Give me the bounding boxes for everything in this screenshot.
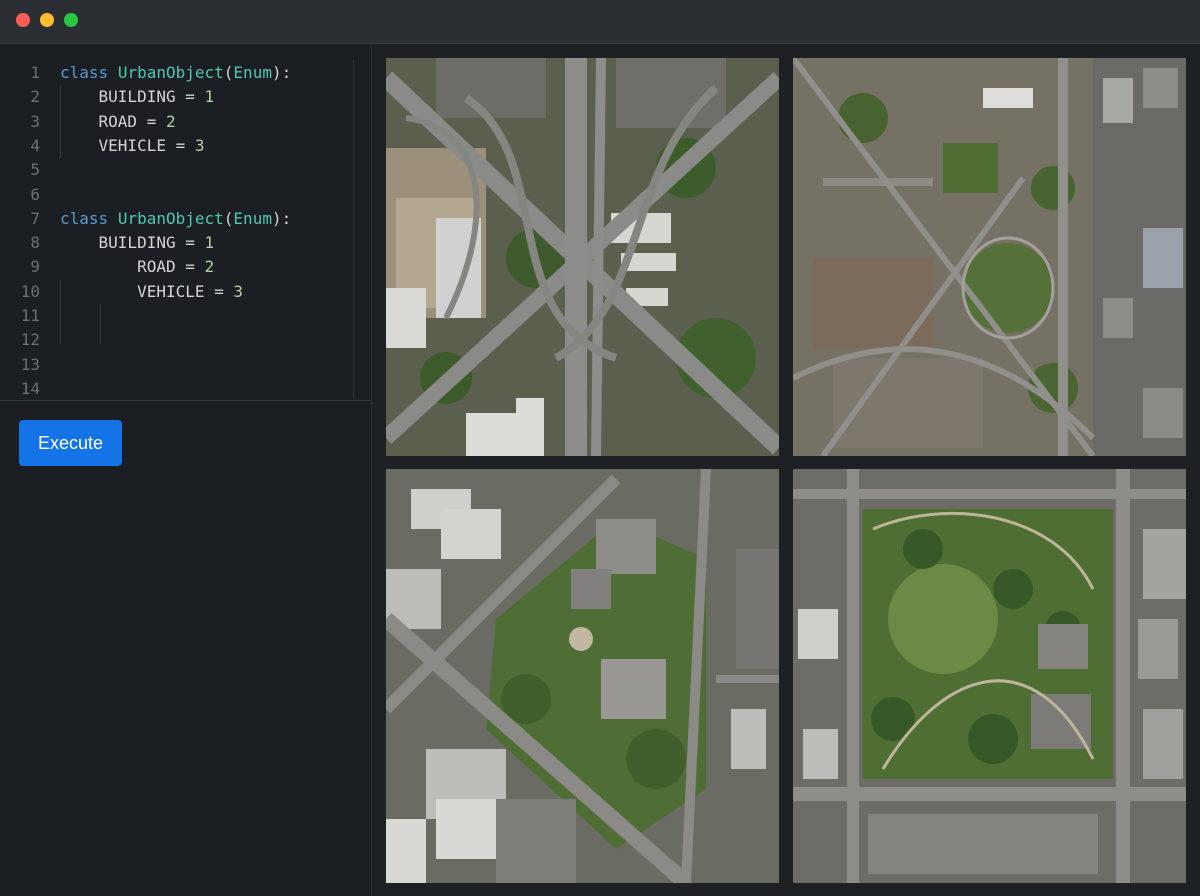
line-number: 9 [30, 257, 40, 276]
number-token: 1 [204, 233, 215, 252]
aerial-image-residential-area[interactable] [793, 58, 1186, 456]
code-text: VEHICLE = 3 [60, 280, 243, 304]
number-token: 3 [194, 136, 205, 155]
number-token: 2 [204, 257, 215, 276]
line-number: 11 [20, 306, 40, 325]
base-class-token: Enum [233, 209, 272, 228]
code-text: VEHICLE = 3 [60, 134, 205, 158]
line-number: 7 [30, 209, 40, 228]
member-name-token: VEHICLE [137, 282, 205, 301]
base-class-token: Enum [233, 63, 272, 82]
execute-button[interactable]: Execute [19, 420, 122, 466]
line-number: 4 [30, 136, 40, 155]
close-window-button[interactable] [16, 13, 30, 27]
operator-token: = [137, 112, 166, 131]
member-name-token: BUILDING [98, 233, 176, 252]
operator-token: = [165, 136, 195, 155]
code-text: BUILDING = 1 [60, 85, 215, 109]
number-token: 2 [165, 112, 176, 131]
keyword-token: class [60, 63, 109, 82]
line-number: 10 [20, 282, 40, 301]
operator-token: = [175, 87, 205, 106]
line-number: 6 [30, 185, 40, 204]
aerial-image-city-park[interactable] [793, 469, 1186, 883]
aerial-image-highway-interchange[interactable] [386, 58, 779, 456]
operator-token: = [175, 257, 205, 276]
app-window: 1 class UrbanObject(Enum): 2 BUILDING = 13… [0, 0, 1200, 896]
operator-token: = [204, 282, 234, 301]
image-grid [372, 44, 1200, 896]
indent-guide [60, 85, 61, 158]
code-text: class UrbanObject(Enum): [60, 63, 292, 82]
line-number: 13 [20, 355, 40, 374]
member-name-token: BUILDING [98, 87, 176, 106]
code-text: ROAD = 2 [60, 110, 176, 134]
member-name-token: ROAD [137, 257, 176, 276]
code-text: ROAD = 2 [60, 255, 214, 279]
indent-guide [100, 304, 101, 344]
editor-scrollbar-track[interactable] [353, 60, 354, 398]
minimize-window-button[interactable] [40, 13, 54, 27]
code-text: BUILDING = 1 [60, 231, 215, 255]
number-token: 1 [204, 87, 215, 106]
editor-pane: 1 class UrbanObject(Enum): 2 BUILDING = 13… [0, 44, 372, 896]
keyword-token: class [60, 209, 109, 228]
code-editor[interactable]: 1 class UrbanObject(Enum): 2 BUILDING = 13… [0, 44, 371, 401]
class-name-token: UrbanObject [117, 63, 224, 82]
line-number: 1 [30, 63, 40, 82]
code-text: class UrbanObject(Enum): [60, 209, 292, 228]
maximize-window-button[interactable] [64, 13, 78, 27]
title-bar [0, 0, 1200, 44]
member-name-token: VEHICLE [98, 136, 166, 155]
line-number: 12 [20, 330, 40, 349]
line-number: 2 [30, 87, 40, 106]
indent-guide [60, 280, 61, 344]
line-number: 5 [30, 160, 40, 179]
number-token: 3 [233, 282, 244, 301]
member-name-token: ROAD [98, 112, 138, 131]
aerial-image-campus[interactable] [386, 469, 779, 883]
line-number: 3 [30, 112, 40, 131]
line-number: 14 [20, 379, 40, 398]
line-number: 8 [30, 233, 40, 252]
operator-token: = [175, 233, 205, 252]
class-name-token: UrbanObject [117, 209, 224, 228]
